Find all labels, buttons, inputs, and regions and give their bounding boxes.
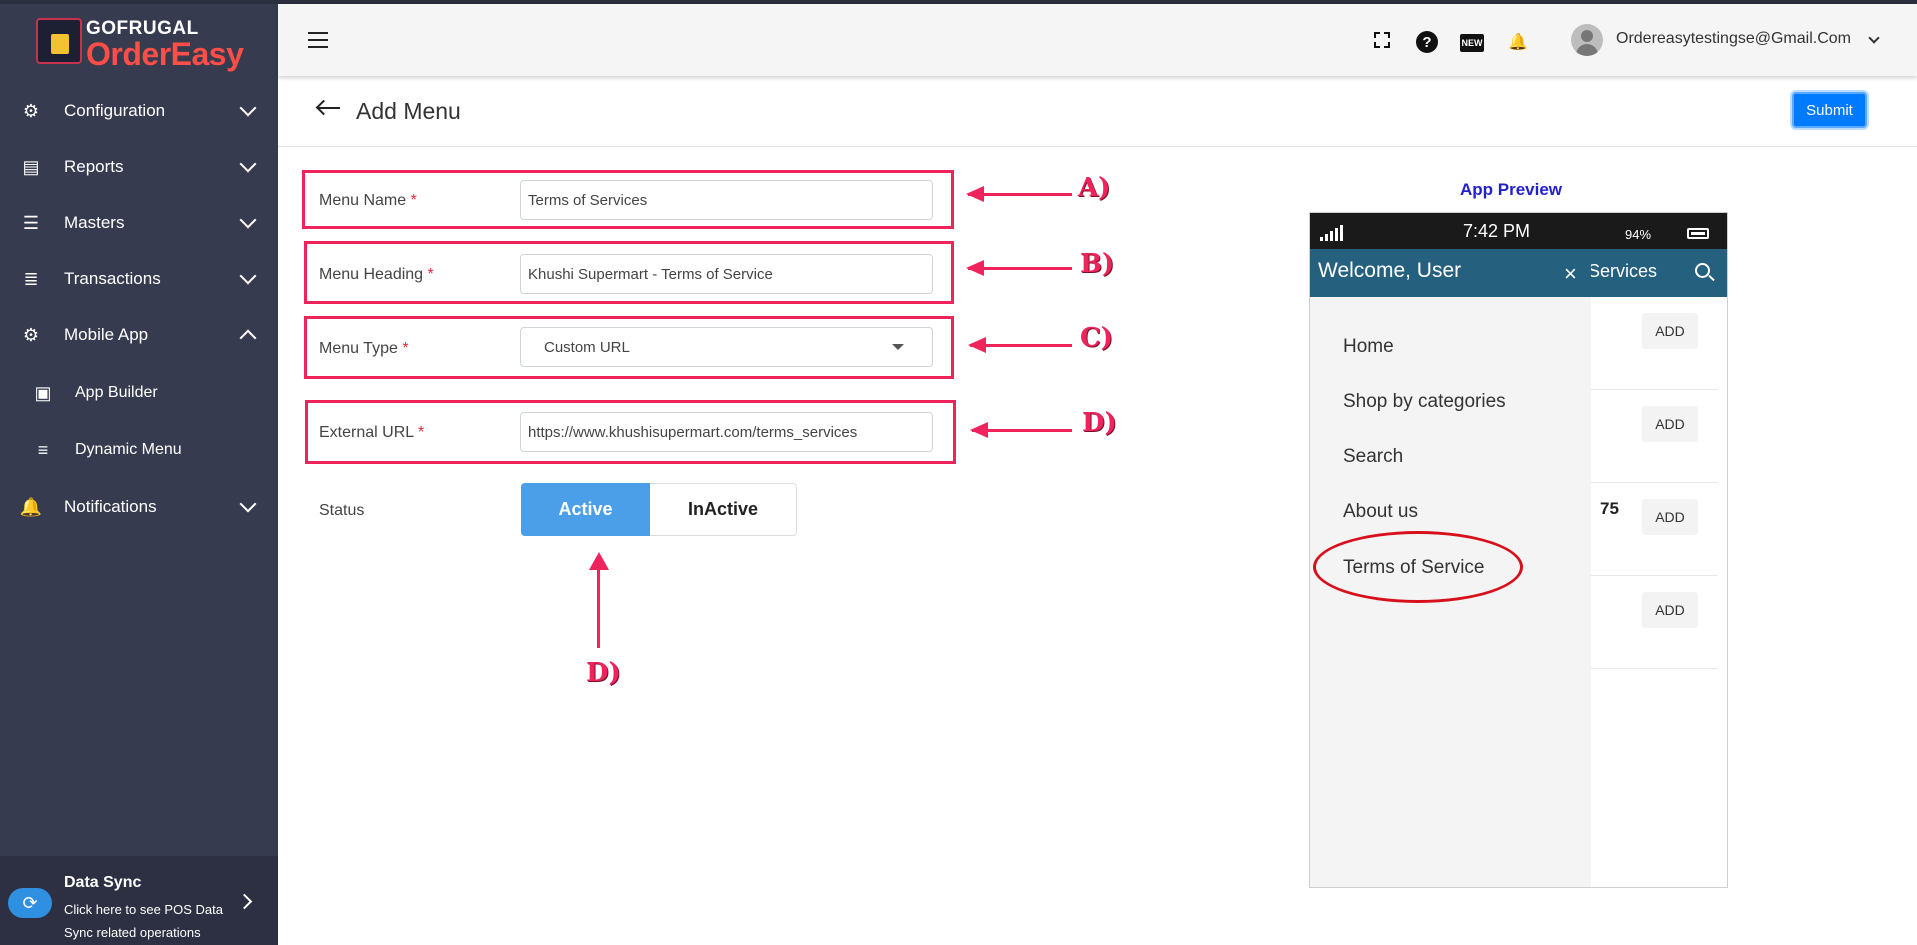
add-button: ADD bbox=[1642, 592, 1698, 628]
annotation-label-d2: D) bbox=[586, 658, 621, 688]
chevron-down-icon bbox=[239, 99, 257, 117]
sidebar-item-app-builder[interactable]: ▣ App Builder bbox=[0, 370, 278, 416]
chevron-right-icon bbox=[236, 893, 253, 910]
sidebar: GOFRUGAL OrderEasy ⚙ Configuration ▤ Rep… bbox=[0, 4, 278, 945]
sidebar-item-label: Notifications bbox=[64, 497, 157, 516]
sidebar-item-reports[interactable]: ▤ Reports bbox=[0, 144, 278, 190]
annotation-label-a: A) bbox=[1078, 173, 1111, 203]
add-button: ADD bbox=[1642, 313, 1698, 349]
sidebar-item-label: Reports bbox=[64, 157, 124, 176]
help-icon[interactable]: ? bbox=[1416, 31, 1438, 53]
signal-icon bbox=[1320, 225, 1344, 241]
annotation-arrow-d bbox=[970, 422, 1072, 438]
price-fragment: 75 bbox=[1600, 499, 1619, 518]
sidebar-item-label: Transactions bbox=[64, 269, 161, 288]
annotation-label-b: B) bbox=[1080, 249, 1115, 279]
sidebar-item-label: Configuration bbox=[64, 101, 166, 120]
status-active-toggle[interactable]: Active bbox=[521, 483, 650, 536]
add-button: ADD bbox=[1642, 406, 1698, 442]
top-header: ? NEW 🔔 Ordereasytestingse@Gmail.Com bbox=[278, 4, 1917, 76]
page-title: Add Menu bbox=[356, 98, 461, 124]
masters-icon: ☰ bbox=[22, 212, 40, 233]
sidebar-item-mobile-app[interactable]: ⚙ Mobile App bbox=[0, 312, 278, 358]
chevron-down-icon bbox=[239, 155, 257, 173]
sidebar-item-transactions[interactable]: ≣ Transactions bbox=[0, 256, 278, 302]
annotation-box-b bbox=[304, 241, 954, 304]
list-item: ADD bbox=[1590, 297, 1718, 390]
annotation-arrow-b bbox=[966, 260, 1072, 276]
phone-time: 7:42 PM bbox=[1463, 221, 1531, 241]
add-button: ADD bbox=[1642, 499, 1698, 535]
phone-status-bar: 7:42 PM 94% bbox=[1310, 213, 1727, 249]
app-preview-title: App Preview bbox=[1460, 180, 1563, 199]
annotation-box-a bbox=[302, 170, 954, 229]
sidebar-item-notifications[interactable]: 🔔 Notifications bbox=[0, 484, 278, 530]
avatar[interactable] bbox=[1571, 24, 1603, 56]
drawer-item-home: Home bbox=[1343, 336, 1394, 357]
annotation-box-d bbox=[305, 400, 956, 464]
list-item: 75 ADD bbox=[1590, 483, 1718, 576]
highlight-ellipse bbox=[1313, 531, 1523, 603]
sidebar-item-label: Dynamic Menu bbox=[75, 441, 182, 458]
annotation-arrow-c bbox=[968, 337, 1072, 353]
sidebar-item-dynamic-menu[interactable]: ≡ Dynamic Menu bbox=[0, 427, 278, 473]
drawer-header: Welcome, User × bbox=[1310, 249, 1591, 297]
drawer-item-about-us: About us bbox=[1343, 501, 1418, 522]
status-label: Status bbox=[319, 502, 365, 519]
status-inactive-toggle[interactable]: InActive bbox=[650, 483, 797, 536]
app-builder-icon: ▣ bbox=[34, 382, 52, 403]
annotation-arrow-up-line bbox=[597, 566, 600, 648]
logo-bag-icon bbox=[36, 18, 82, 64]
data-sync-panel[interactable]: ⟳ Data Sync Click here to see POS Data S… bbox=[0, 856, 278, 945]
phone-battery-level: 94% bbox=[1625, 227, 1652, 242]
notification-bell-icon[interactable]: 🔔 bbox=[1506, 30, 1530, 54]
sidebar-item-configuration[interactable]: ⚙ Configuration bbox=[0, 88, 278, 134]
reports-icon: ▤ bbox=[22, 156, 40, 177]
chevron-down-icon[interactable] bbox=[1868, 32, 1880, 44]
annotation-box-c bbox=[304, 316, 954, 379]
drawer-item-search: Search bbox=[1343, 446, 1404, 467]
divider bbox=[278, 146, 1917, 147]
chevron-up-icon bbox=[239, 329, 257, 347]
gear-icon: ⚙ bbox=[22, 324, 40, 345]
chevron-down-icon bbox=[239, 267, 257, 285]
search-icon bbox=[1695, 263, 1710, 278]
drawer-item-shop-by-categories: Shop by categories bbox=[1343, 391, 1506, 412]
close-icon: × bbox=[1564, 261, 1577, 286]
user-email[interactable]: Ordereasytestingse@Gmail.Com bbox=[1616, 30, 1851, 48]
fullscreen-icon[interactable] bbox=[1374, 32, 1390, 48]
sidebar-item-label: Mobile App bbox=[64, 325, 149, 344]
back-arrow-icon[interactable] bbox=[315, 99, 342, 116]
brand-big: OrderEasy bbox=[86, 36, 244, 72]
bell-icon: 🔔 bbox=[19, 496, 43, 517]
sidebar-item-label: Masters bbox=[64, 213, 125, 232]
sidebar-item-masters[interactable]: ☰ Masters bbox=[0, 200, 278, 246]
annotation-arrow-a bbox=[966, 186, 1072, 202]
submit-button[interactable]: Submit bbox=[1792, 92, 1867, 128]
chevron-down-icon bbox=[239, 211, 257, 229]
new-badge-icon[interactable]: NEW bbox=[1460, 34, 1484, 52]
chevron-down-icon bbox=[239, 495, 257, 513]
sync-description: Click here to see POS Data Sync related … bbox=[64, 902, 223, 940]
annotation-label-c: C) bbox=[1080, 323, 1113, 353]
menu-icon: ≡ bbox=[37, 439, 49, 460]
brand-logo[interactable]: GOFRUGAL OrderEasy bbox=[36, 14, 246, 72]
gear-icon: ⚙ bbox=[22, 100, 40, 121]
list-icon: ≣ bbox=[23, 268, 39, 289]
battery-icon bbox=[1687, 228, 1709, 239]
list-item: ADD bbox=[1590, 576, 1718, 669]
annotation-label-d: D) bbox=[1082, 408, 1117, 438]
list-item: ADD bbox=[1590, 390, 1718, 483]
cloud-sync-icon: ⟳ bbox=[8, 888, 52, 918]
sync-title: Data Sync bbox=[64, 874, 142, 891]
sidebar-item-label: App Builder bbox=[75, 384, 158, 401]
hamburger-menu-icon[interactable] bbox=[308, 32, 328, 48]
drawer-welcome: Welcome, User bbox=[1318, 259, 1462, 282]
